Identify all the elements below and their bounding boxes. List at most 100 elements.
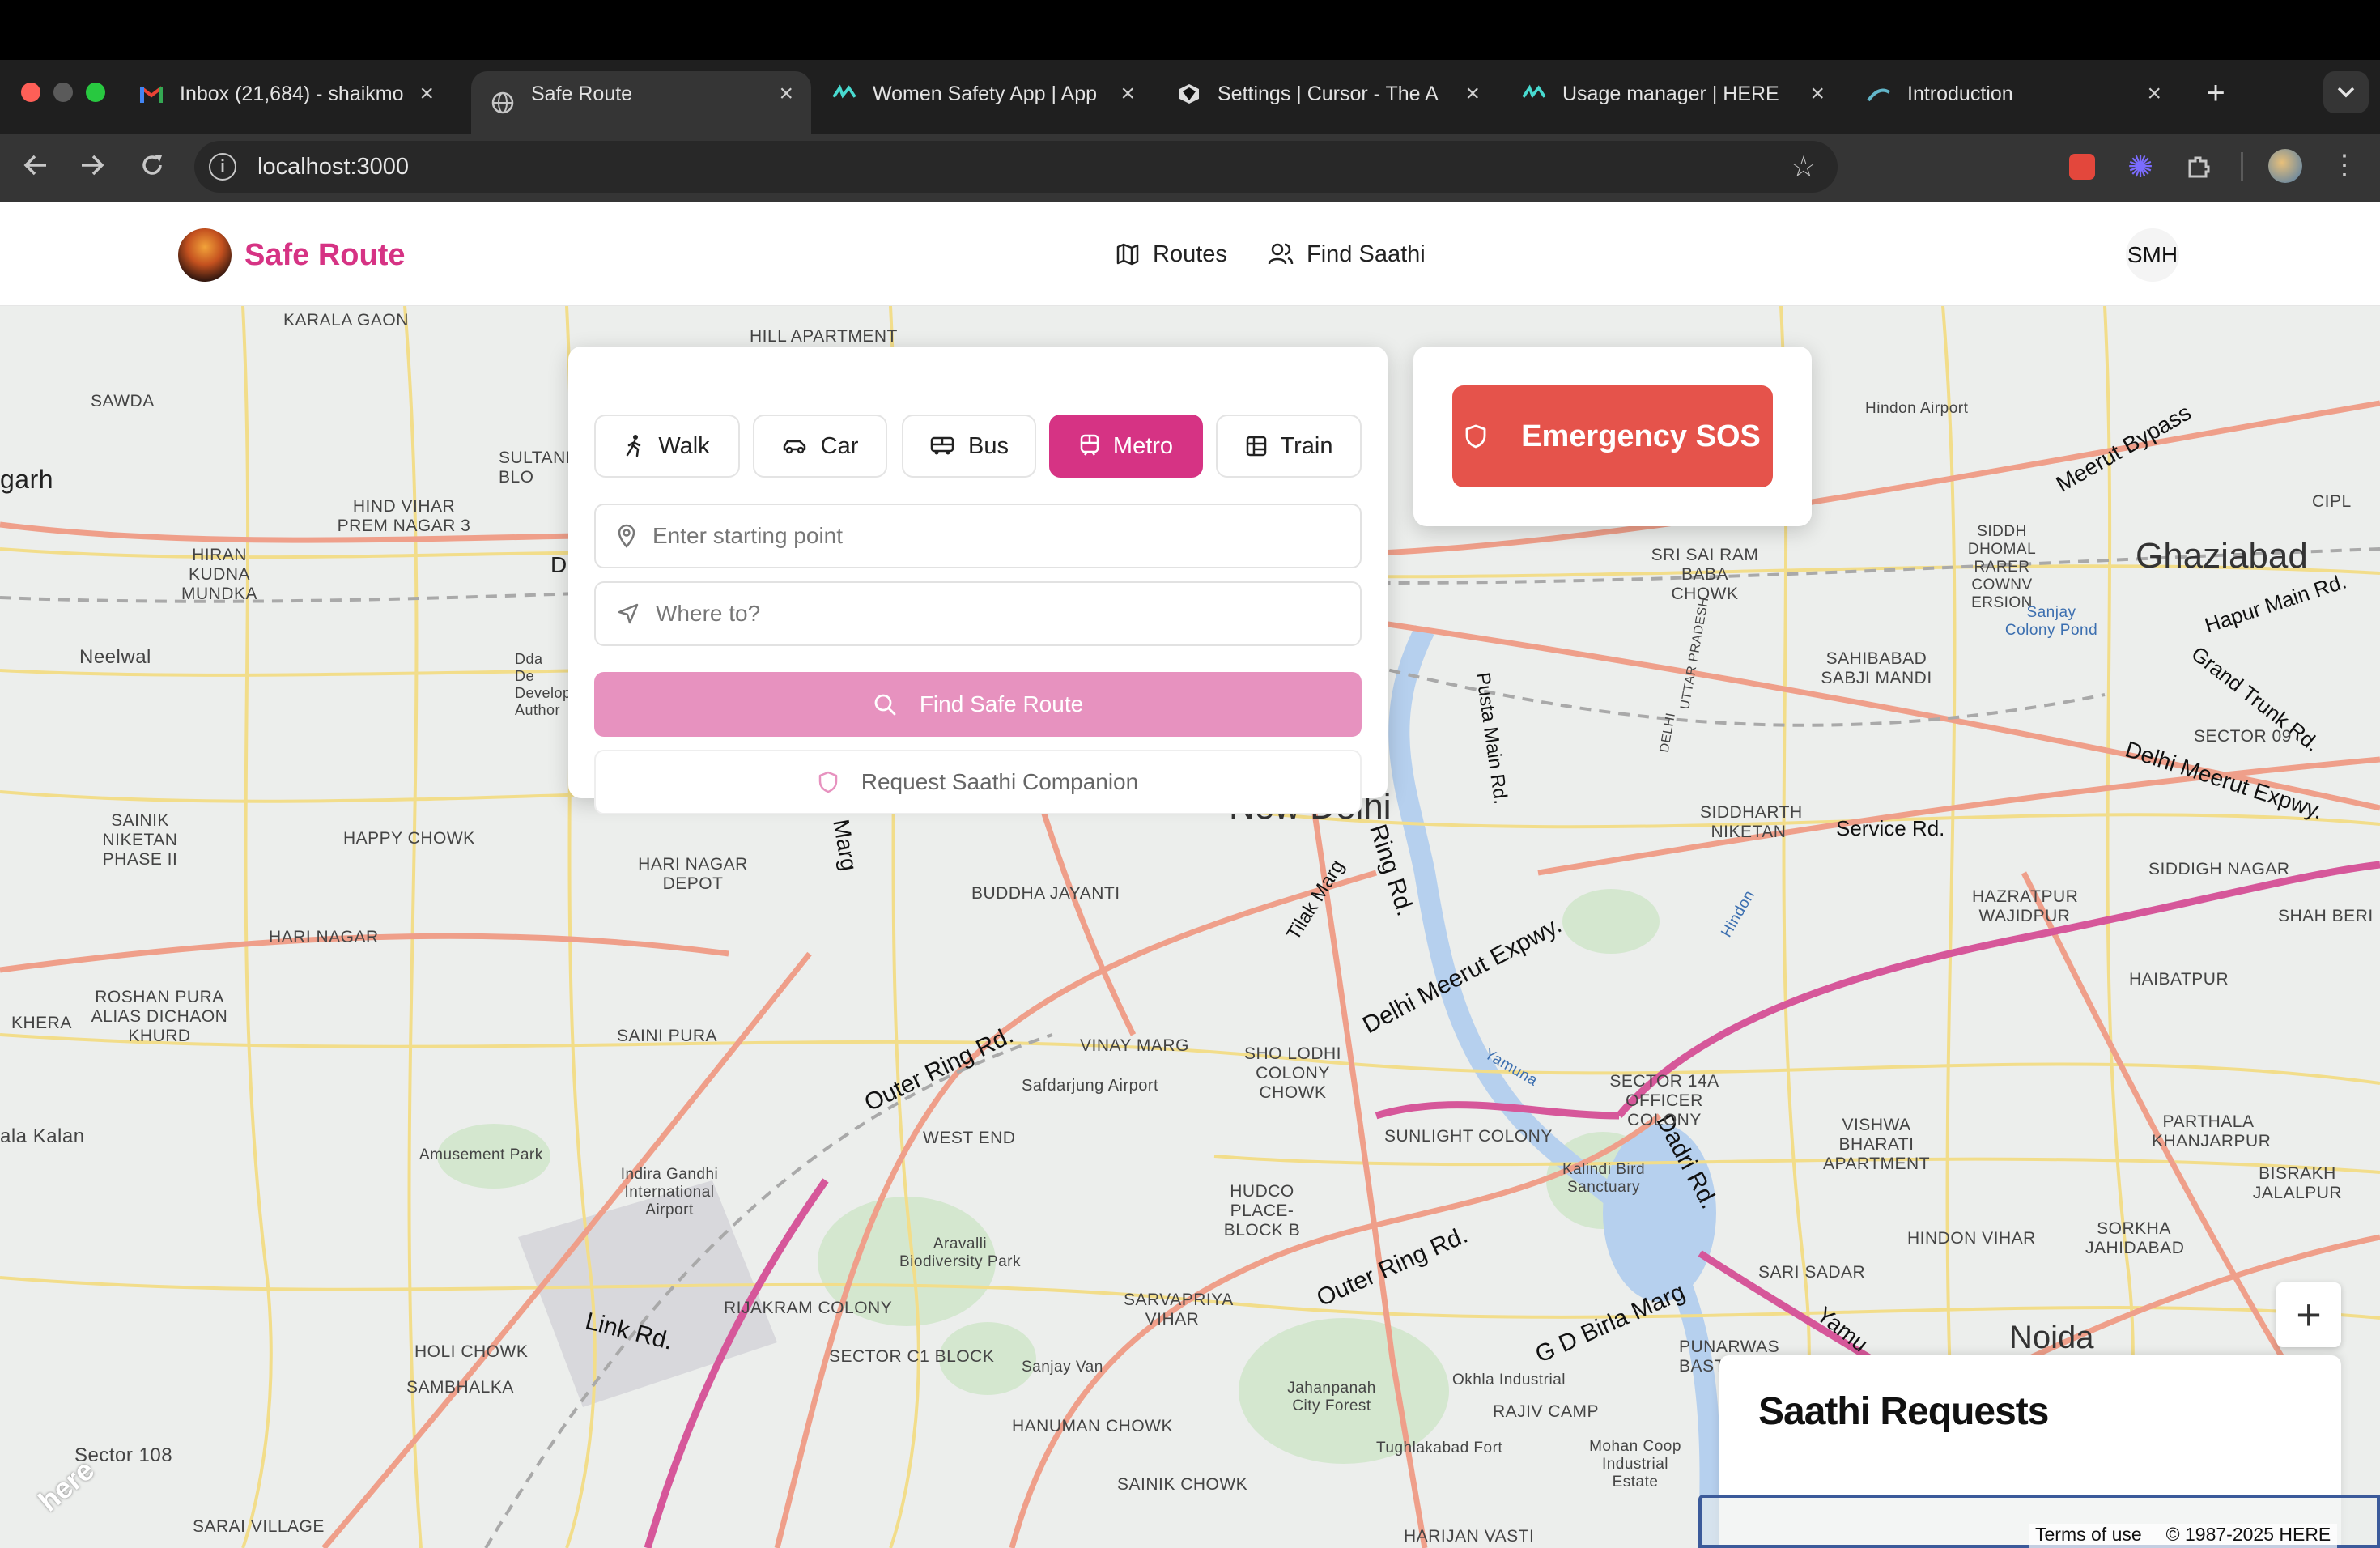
tab-search-button[interactable] (2323, 71, 2369, 113)
mode-train-label: Train (1280, 432, 1333, 459)
start-point-field[interactable]: Enter starting point (594, 504, 1362, 568)
extensions-puzzle-icon[interactable] (2182, 151, 2215, 183)
place-label: Indira Gandhi International Airport (620, 1166, 719, 1218)
brand-logo[interactable] (178, 228, 232, 282)
mode-train-button[interactable]: Train (1216, 415, 1362, 478)
profile-avatar[interactable] (2268, 149, 2302, 183)
new-tab-button[interactable]: + (2199, 74, 2233, 112)
nav-find-saathi-link[interactable]: Find Saathi (1268, 238, 1426, 270)
maximize-window-button[interactable] (86, 83, 105, 102)
terms-of-use-link[interactable]: Terms of use (2035, 1524, 2142, 1548)
place-label: KHERA (11, 1014, 72, 1032)
mode-walk-button[interactable]: Walk (594, 415, 740, 478)
address-bar[interactable]: i localhost:3000 ☆ (194, 141, 1838, 193)
brand-name[interactable]: Safe Route (244, 238, 405, 273)
browser-tab-introduction[interactable]: Introduction × (1847, 71, 2179, 117)
copyright-text: © 1987-2025 HERE (2165, 1524, 2331, 1545)
place-label: Tughlakabad Fort (1376, 1440, 1503, 1457)
place-label: PARTHALA KHANJARPUR (2152, 1112, 2272, 1150)
place-label: Sanjay Colony Pond (2004, 604, 2098, 639)
place-label: SORKHA JAHIDABAD (2085, 1219, 2185, 1257)
users-icon (1268, 243, 1294, 265)
place-label: garh (0, 465, 54, 494)
start-point-input[interactable]: Enter starting point (652, 523, 843, 549)
mode-bus-button[interactable]: Bus (902, 415, 1036, 478)
place-label: BISRAKH JALALPUR (2252, 1164, 2343, 1202)
map-view[interactable]: New Delhi Ghaziabad Noida Outer Ring Rd.… (0, 306, 2380, 1548)
place-label: ala Kalan (0, 1125, 85, 1147)
browser-tab-cursor-settings[interactable]: Settings | Cursor - The A × (1158, 71, 1498, 117)
city-label: Ghaziabad (2136, 536, 2308, 576)
place-label: HARI NAGAR DEPOT (638, 855, 748, 893)
url-text: localhost:3000 (257, 153, 410, 180)
destination-input[interactable]: Where to? (656, 601, 760, 627)
toolbar-divider (2241, 152, 2243, 181)
place-label: Aravalli Biodiversity Park (899, 1235, 1021, 1270)
place-label: SRI SAI RAM BABA CHOWK (1651, 546, 1759, 603)
tab-close-icon[interactable]: × (1465, 80, 1480, 108)
minimize-window-button[interactable] (53, 83, 73, 102)
bookmark-star-icon[interactable]: ☆ (1791, 150, 1817, 184)
zoom-in-button[interactable]: + (2276, 1282, 2341, 1347)
place-label: SIDDIGH NAGAR (2148, 860, 2290, 878)
browser-tab-usage-manager[interactable]: Usage manager | HERE × (1502, 71, 1842, 117)
place-label: HAZRATPUR WAJIDPUR (1972, 887, 2079, 925)
here-icon (832, 82, 856, 106)
place-label: SIDDH DHOMAL RARER COWNV ERSION (1967, 523, 2037, 611)
metro-icon (1080, 434, 1099, 456)
route-planner-panel: Walk Car Bus Metro Train Enter starting … (568, 347, 1388, 814)
find-safe-route-button[interactable]: Find Safe Route (594, 672, 1362, 737)
screen-top-bar (0, 0, 2380, 60)
extension-icon-red[interactable] (2066, 151, 2098, 183)
emergency-sos-button[interactable]: Emergency SOS (1452, 385, 1773, 487)
place-label: VISHWA BHARATI APARTMENT (1822, 1116, 1931, 1173)
city-label: Noida (2009, 1320, 2094, 1355)
browser-tab-safe-route[interactable]: Safe Route × (471, 71, 811, 134)
place-label: RIJAKRAM COLONY (724, 1299, 893, 1317)
tab-close-icon[interactable]: × (1120, 80, 1135, 108)
site-info-icon[interactable]: i (209, 153, 236, 181)
place-label: SECTOR C1 BLOCK (829, 1347, 995, 1366)
train-icon (1246, 436, 1266, 457)
place-label: Mohan Coop Industrial Estate (1589, 1438, 1681, 1491)
place-label: SAWDA (91, 392, 155, 410)
place-label: KARALA GAON (283, 311, 409, 330)
browser-tab-gmail[interactable]: Inbox (21,684) - shaikmo × (120, 71, 452, 117)
destination-field[interactable]: Where to? (594, 581, 1362, 646)
tab-close-icon[interactable]: × (779, 80, 793, 108)
mode-bus-label: Bus (968, 432, 1009, 459)
request-saathi-label: Request Saathi Companion (861, 769, 1139, 794)
place-label: Dda De Develop Author (515, 651, 572, 718)
map-attribution: Terms of use © 1987-2025 HERE (2029, 1524, 2338, 1548)
shield-icon (818, 771, 838, 793)
place-label: SARAI VILLAGE (193, 1517, 325, 1536)
place-label: Safdarjung Airport (1022, 1077, 1159, 1095)
close-window-button[interactable] (21, 83, 40, 102)
nav-routes-link[interactable]: Routes (1116, 238, 1227, 270)
place-label: Sanjay Van (1022, 1359, 1103, 1376)
extension-icon-purple[interactable]: ✺ (2124, 151, 2157, 185)
place-label: SULTANP BLO (499, 449, 577, 487)
reload-button[interactable] (134, 147, 170, 183)
back-button[interactable] (18, 147, 53, 183)
place-label: SAMBHALKA (406, 1378, 514, 1397)
place-label: HINDON VIHAR (1907, 1229, 2036, 1248)
place-label: Sector 108 (74, 1444, 173, 1466)
forward-button[interactable] (74, 147, 110, 183)
place-label: ROSHAN PURA ALIAS DICHAON KHURD (91, 988, 228, 1045)
user-avatar[interactable]: SMH (2126, 228, 2179, 282)
tab-close-icon[interactable]: × (2147, 80, 2161, 108)
navigation-arrow-icon (618, 603, 639, 624)
tab-close-icon[interactable]: × (1810, 80, 1825, 108)
mode-metro-button[interactable]: Metro (1049, 415, 1203, 478)
place-label: Okhla Industrial (1452, 1372, 1566, 1389)
browser-tab-women-safety[interactable]: Women Safety App | App × (813, 71, 1153, 117)
place-label: HARIJAN VASTI (1404, 1527, 1535, 1546)
tab-close-icon[interactable]: × (419, 80, 434, 108)
place-label: SIDDHARTH NIKETAN (1700, 803, 1803, 841)
tab-title: Safe Route (531, 82, 633, 105)
request-saathi-button[interactable]: Request Saathi Companion (594, 750, 1362, 814)
browser-menu-icon[interactable]: ⋮ (2328, 147, 2361, 183)
mode-car-button[interactable]: Car (753, 415, 887, 478)
place-label: Neelwal (79, 646, 151, 668)
